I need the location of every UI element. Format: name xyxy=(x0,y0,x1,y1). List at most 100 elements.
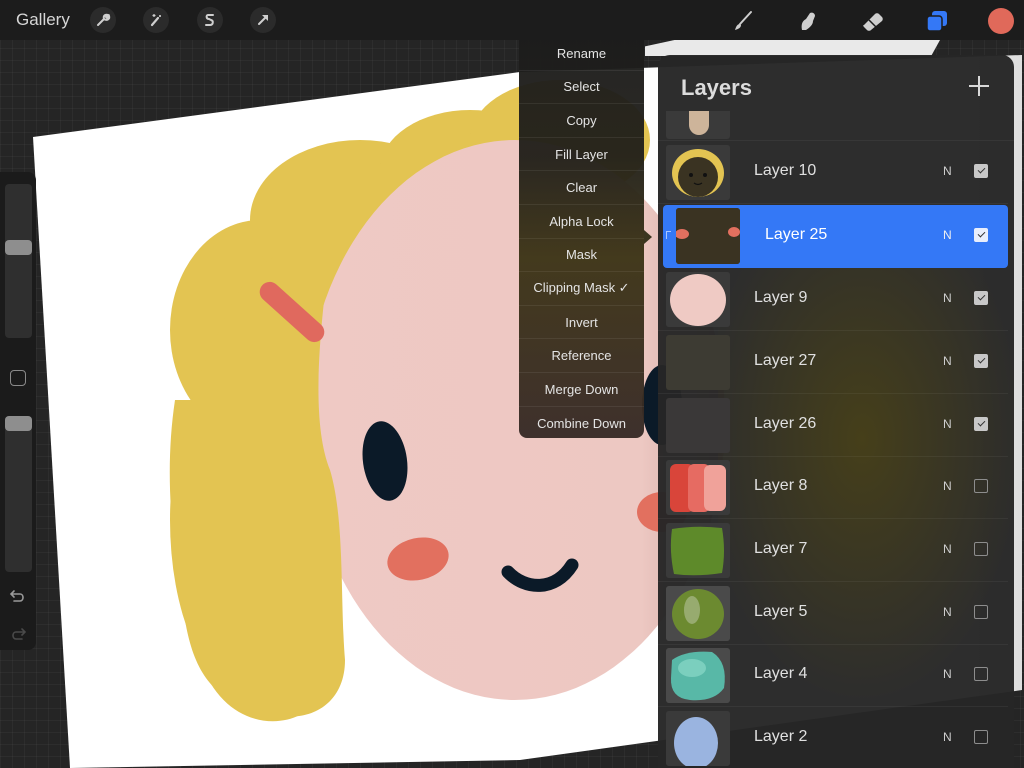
magic-wand-icon xyxy=(150,14,161,27)
brush-tool-button[interactable] xyxy=(728,6,758,36)
top-toolbar: Gallery xyxy=(0,0,1024,40)
modify-button[interactable] xyxy=(10,370,26,386)
layer-thumbnail xyxy=(666,460,730,515)
visibility-checkbox[interactable] xyxy=(974,730,988,744)
layer-thumbnail xyxy=(666,145,730,200)
transform-button[interactable] xyxy=(250,7,276,33)
layers-panel: Layers Layer 10 N Layer 25 N Layer 9 N L… xyxy=(658,55,1014,768)
blend-mode-button[interactable]: N xyxy=(943,479,952,493)
menu-item-invert[interactable]: Invert xyxy=(519,306,644,340)
blend-mode-button[interactable]: N xyxy=(943,291,952,305)
visibility-checkbox[interactable] xyxy=(974,479,988,493)
menu-item-fill-layer[interactable]: Fill Layer xyxy=(519,138,644,172)
menu-item-select[interactable]: Select xyxy=(519,71,644,105)
layer-row[interactable]: Layer 7 N xyxy=(658,519,1008,582)
menu-item-mask[interactable]: Mask xyxy=(519,239,644,273)
blend-mode-button[interactable]: N xyxy=(943,730,952,744)
left-sidebar xyxy=(0,172,36,650)
layer-name: Layer 9 xyxy=(754,289,808,306)
wrench-icon xyxy=(97,13,111,26)
layer-name: Layer 4 xyxy=(754,665,808,682)
layer-row[interactable]: Layer 2 N xyxy=(658,707,1008,768)
layer-name: Layer 7 xyxy=(754,540,808,557)
layer-thumbnail xyxy=(666,272,730,327)
undo-button[interactable] xyxy=(8,586,28,606)
layer-name: Layer 25 xyxy=(765,226,828,243)
menu-item-alpha-lock[interactable]: Alpha Lock xyxy=(519,205,644,239)
color-picker-button[interactable] xyxy=(988,8,1014,34)
brush-size-thumb[interactable] xyxy=(5,239,32,255)
layer-name: Layer 10 xyxy=(754,162,817,179)
eraser-icon xyxy=(863,13,883,31)
visibility-checkbox[interactable] xyxy=(974,417,988,431)
visibility-checkbox[interactable] xyxy=(974,605,988,619)
menu-pointer xyxy=(644,230,652,244)
blend-mode-button[interactable]: N xyxy=(943,417,952,431)
actions-button[interactable] xyxy=(90,7,116,33)
adjustments-button[interactable] xyxy=(143,7,169,33)
layer-row[interactable]: Layer 8 N xyxy=(658,456,1008,519)
layer-thumbnail xyxy=(666,711,730,766)
blend-mode-button[interactable]: N xyxy=(943,164,952,178)
eraser-tool-button[interactable] xyxy=(858,6,888,36)
visibility-checkbox[interactable] xyxy=(974,228,988,242)
clipping-mask-indicator-icon xyxy=(666,231,671,239)
selection-button[interactable] xyxy=(197,7,223,33)
layer-name: Layer 26 xyxy=(754,415,817,432)
blend-mode-button[interactable]: N xyxy=(943,542,952,556)
menu-item-rename[interactable]: Rename xyxy=(519,37,644,71)
layer-thumbnail xyxy=(666,111,730,139)
undo-icon xyxy=(9,590,24,602)
arrow-cursor-icon xyxy=(258,15,268,25)
layer-row-partial[interactable] xyxy=(658,111,1014,141)
smudge-finger-icon xyxy=(801,12,815,30)
layer-name: Layer 5 xyxy=(754,603,808,620)
blend-mode-button[interactable]: N xyxy=(943,354,952,368)
smudge-tool-button[interactable] xyxy=(793,6,823,36)
visibility-checkbox[interactable] xyxy=(974,291,988,305)
layer-row[interactable]: Layer 10 N xyxy=(658,141,1008,204)
menu-item-combine-down[interactable]: Combine Down xyxy=(519,407,644,438)
gallery-button[interactable]: Gallery xyxy=(16,10,70,30)
visibility-checkbox[interactable] xyxy=(974,542,988,556)
menu-item-merge-down[interactable]: Merge Down xyxy=(519,373,644,407)
layer-thumbnail xyxy=(666,523,730,578)
selection-s-icon xyxy=(205,14,214,26)
redo-button[interactable] xyxy=(8,624,28,644)
menu-item-clear[interactable]: Clear xyxy=(519,171,644,205)
layer-thumbnail xyxy=(666,648,730,703)
blend-mode-button[interactable]: N xyxy=(943,605,952,619)
blend-mode-button[interactable]: N xyxy=(943,667,952,681)
panel-tab-decoration xyxy=(645,40,940,56)
opacity-slider[interactable] xyxy=(5,416,32,572)
menu-item-clipping-mask[interactable]: Clipping Mask ✓ xyxy=(519,272,644,306)
layer-name: Layer 27 xyxy=(754,352,817,369)
blend-mode-button[interactable]: N xyxy=(943,228,952,242)
layer-thumbnail xyxy=(676,208,740,264)
layers-panel-title: Layers xyxy=(681,75,752,100)
layer-row[interactable]: Layer 27 N xyxy=(658,331,1008,394)
layer-row[interactable]: Layer 4 N xyxy=(658,644,1008,707)
layer-name: Layer 8 xyxy=(754,477,808,494)
layer-row[interactable]: Layer 5 N xyxy=(658,582,1008,645)
layer-options-menu: Rename Select Copy Fill Layer Clear Alph… xyxy=(519,37,644,438)
visibility-checkbox[interactable] xyxy=(974,667,988,681)
visibility-checkbox[interactable] xyxy=(974,354,988,368)
visibility-checkbox[interactable] xyxy=(974,164,988,178)
layer-name: Layer 2 xyxy=(754,728,808,745)
layer-thumbnail xyxy=(666,586,730,641)
layer-thumbnail xyxy=(666,398,730,453)
layers-icon xyxy=(926,11,947,32)
redo-icon xyxy=(12,628,27,640)
add-layer-button[interactable] xyxy=(968,75,990,97)
layers-tool-button[interactable] xyxy=(922,6,952,36)
layer-thumbnail xyxy=(666,335,730,390)
brush-icon xyxy=(735,11,752,30)
layer-row[interactable]: Layer 9 N xyxy=(658,268,1008,331)
brush-size-slider[interactable] xyxy=(5,184,32,338)
opacity-thumb[interactable] xyxy=(5,416,32,431)
menu-item-reference[interactable]: Reference xyxy=(519,339,644,373)
layer-row-selected[interactable]: Layer 25 N xyxy=(663,205,1008,268)
menu-item-copy[interactable]: Copy xyxy=(519,104,644,138)
layer-row[interactable]: Layer 26 N xyxy=(658,394,1008,457)
